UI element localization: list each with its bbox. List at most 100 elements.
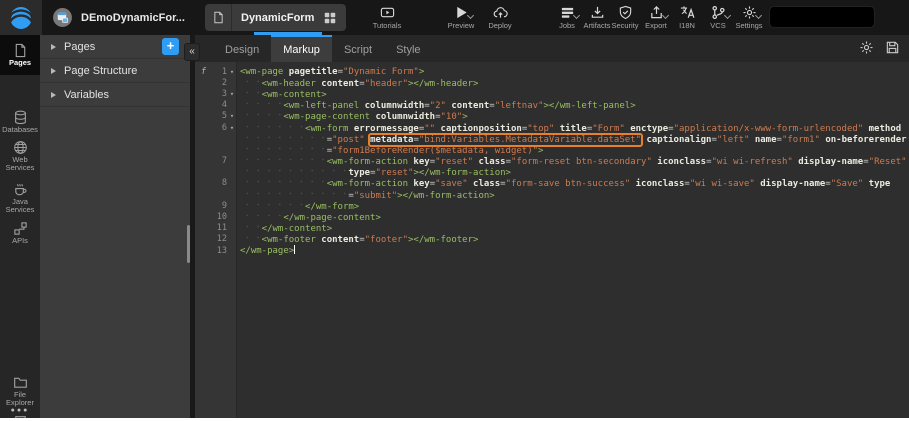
tab-script[interactable]: Script: [332, 35, 384, 62]
line-number: 9: [222, 201, 227, 211]
code-line[interactable]: 7<wm-form-action key="reset" class="form…: [195, 156, 909, 167]
sidebar-item-apis[interactable]: APIs: [0, 221, 40, 245]
gutter-cell[interactable]: 3▾: [195, 88, 237, 99]
explorer-section-pages[interactable]: Pages+: [40, 35, 190, 59]
code-token: "form-reset btn-secondary": [511, 157, 652, 167]
page-tab-label: DynamicForm: [232, 12, 323, 24]
page-tab-dynamicform[interactable]: DynamicForm: [205, 4, 346, 31]
code-line[interactable]: 12<wm-footer content="footer"></wm-foote…: [195, 234, 909, 245]
gutter-cell[interactable]: f1▾: [195, 66, 237, 77]
code-token: pagetitle: [289, 67, 338, 77]
gutter-cell[interactable]: 8: [195, 178, 237, 189]
tutorials-button[interactable]: Tutorials: [365, 5, 409, 33]
caret-right-icon[interactable]: [51, 92, 56, 98]
gutter-cell[interactable]: [195, 167, 237, 178]
gutter-cell[interactable]: 6▾: [195, 122, 237, 133]
explorer-section-variables[interactable]: Variables: [40, 83, 190, 107]
gutter-cell[interactable]: [195, 144, 237, 155]
code-line[interactable]: 10</wm-page-content>: [195, 211, 909, 222]
gutter-cell[interactable]: 9: [195, 200, 237, 211]
code-line[interactable]: 6▾<wm-form errormessage="" captionpositi…: [195, 122, 909, 133]
code-token: "footer": [365, 235, 408, 245]
fold-arrow-icon[interactable]: ▾: [227, 112, 237, 120]
code-token: display-name: [760, 179, 825, 189]
indent-whitespace: [240, 144, 327, 153]
caret-right-icon[interactable]: [51, 44, 56, 50]
fold-arrow-icon[interactable]: ▾: [227, 90, 237, 98]
lint-marker: f: [201, 67, 206, 77]
gutter-cell[interactable]: 2: [195, 77, 237, 88]
tab-design[interactable]: Design: [213, 35, 271, 62]
gutter-cell[interactable]: 10: [195, 211, 237, 222]
indent-whitespace: [240, 133, 327, 142]
sidebar-item-file-explorer[interactable]: File Explorer: [0, 375, 40, 407]
code-line[interactable]: 5▾<wm-page-content columnwidth="10">: [195, 111, 909, 122]
sidebar-item-pages[interactable]: Pages: [0, 35, 40, 75]
code-token: "form-save btn-success": [506, 179, 631, 189]
indent-whitespace: [240, 222, 262, 231]
code-line[interactable]: 4<wm-left-panel columnwidth="2" content=…: [195, 100, 909, 111]
markup-settings-gear-icon[interactable]: [859, 40, 874, 55]
code-line[interactable]: ="post" metadata="bind:Variables.Metadat…: [195, 133, 909, 144]
page-icon: [13, 43, 28, 58]
sidebar-item-web-services[interactable]: Web Services: [0, 140, 40, 172]
gutter-cell[interactable]: 7: [195, 156, 237, 167]
collapse-panel-button[interactable]: «: [184, 43, 200, 61]
code-line[interactable]: ="form1BeforeRender($metadata, widget)">: [195, 144, 909, 155]
code-token: <wm-footer: [262, 235, 316, 245]
code-line[interactable]: type="reset"></wm-form-action>: [195, 167, 909, 178]
project-selector[interactable]: DEmoDynamicFor...: [52, 0, 229, 35]
add-page-button[interactable]: +: [162, 38, 179, 55]
preview-button[interactable]: Preview: [439, 5, 483, 33]
code-line[interactable]: 13</wm-page>: [195, 245, 909, 256]
gutter-cell[interactable]: [195, 133, 237, 144]
code-text: ="post" metadata="bind:Variables.Metadat…: [237, 133, 907, 145]
code-line[interactable]: ="submit"></wm-form-action>: [195, 189, 909, 200]
code-line[interactable]: 8<wm-form-action key="save" class="form-…: [195, 178, 909, 189]
code-text: ="form1BeforeRender($metadata, widget)">: [237, 144, 543, 156]
gutter-cell[interactable]: 12: [195, 234, 237, 245]
code-line[interactable]: 2<wm-header content="header"></wm-header…: [195, 77, 909, 88]
panel-scrollbar[interactable]: [187, 225, 190, 263]
indent-whitespace: [240, 77, 262, 86]
save-icon[interactable]: [885, 40, 900, 55]
explorer-panel: Pages+Page StructureVariables: [40, 35, 190, 418]
caret-right-icon[interactable]: [51, 68, 56, 74]
grid-icon[interactable]: [323, 11, 337, 25]
code-text: <wm-left-panel columnwidth="2" content="…: [237, 99, 636, 111]
wavemaker-logo[interactable]: [0, 0, 42, 35]
sidebar-item-java-services[interactable]: Java Services: [0, 182, 40, 214]
deploy-button[interactable]: Deploy: [478, 5, 522, 33]
gutter-cell[interactable]: 5▾: [195, 111, 237, 122]
indent-whitespace: [240, 99, 283, 108]
code-token: "wi wi-save": [690, 179, 755, 189]
gutter-cell[interactable]: [195, 189, 237, 200]
fold-arrow-icon[interactable]: ▾: [227, 68, 237, 76]
tab-markup[interactable]: Markup: [271, 35, 332, 62]
sidebar-item-label: Java Services: [0, 198, 40, 214]
code-line[interactable]: 3▾<wm-content>: [195, 88, 909, 99]
file-icon: [205, 4, 232, 31]
code-line[interactable]: 11</wm-content>: [195, 223, 909, 234]
tab-style[interactable]: Style: [384, 35, 432, 62]
fold-arrow-icon[interactable]: ▾: [227, 124, 237, 132]
settings-button[interactable]: Settings: [727, 5, 771, 33]
code-lines: f1▾<wm-page pagetitle="Dynamic Form">2<w…: [195, 66, 909, 256]
code-text: ="submit"></wm-form-action>: [237, 189, 495, 201]
user-account-area[interactable]: [769, 6, 875, 28]
code-token: ></wm-left-panel>: [544, 101, 636, 111]
code-line[interactable]: f1▾<wm-page pagetitle="Dynamic Form">: [195, 66, 909, 77]
code-line[interactable]: 9</wm-form>: [195, 200, 909, 211]
tabbar-icons: [859, 40, 900, 55]
gutter-cell[interactable]: 11: [195, 223, 237, 234]
markup-code-editor[interactable]: f1▾<wm-page pagetitle="Dynamic Form">2<w…: [195, 62, 909, 418]
gutter-cell[interactable]: 13: [195, 245, 237, 256]
explorer-section-page-structure[interactable]: Page Structure: [40, 59, 190, 83]
gutter-cell[interactable]: 4: [195, 100, 237, 111]
cloud-upload-icon: [492, 5, 508, 20]
sidebar-item-databases[interactable]: Databases: [0, 110, 40, 134]
api-icon: [13, 221, 28, 236]
more-options-button[interactable]: ●●●: [0, 407, 40, 414]
code-token: display-name: [798, 157, 863, 167]
top-bar: DEmoDynamicFor... DynamicForm Tutorials P…: [0, 0, 909, 35]
